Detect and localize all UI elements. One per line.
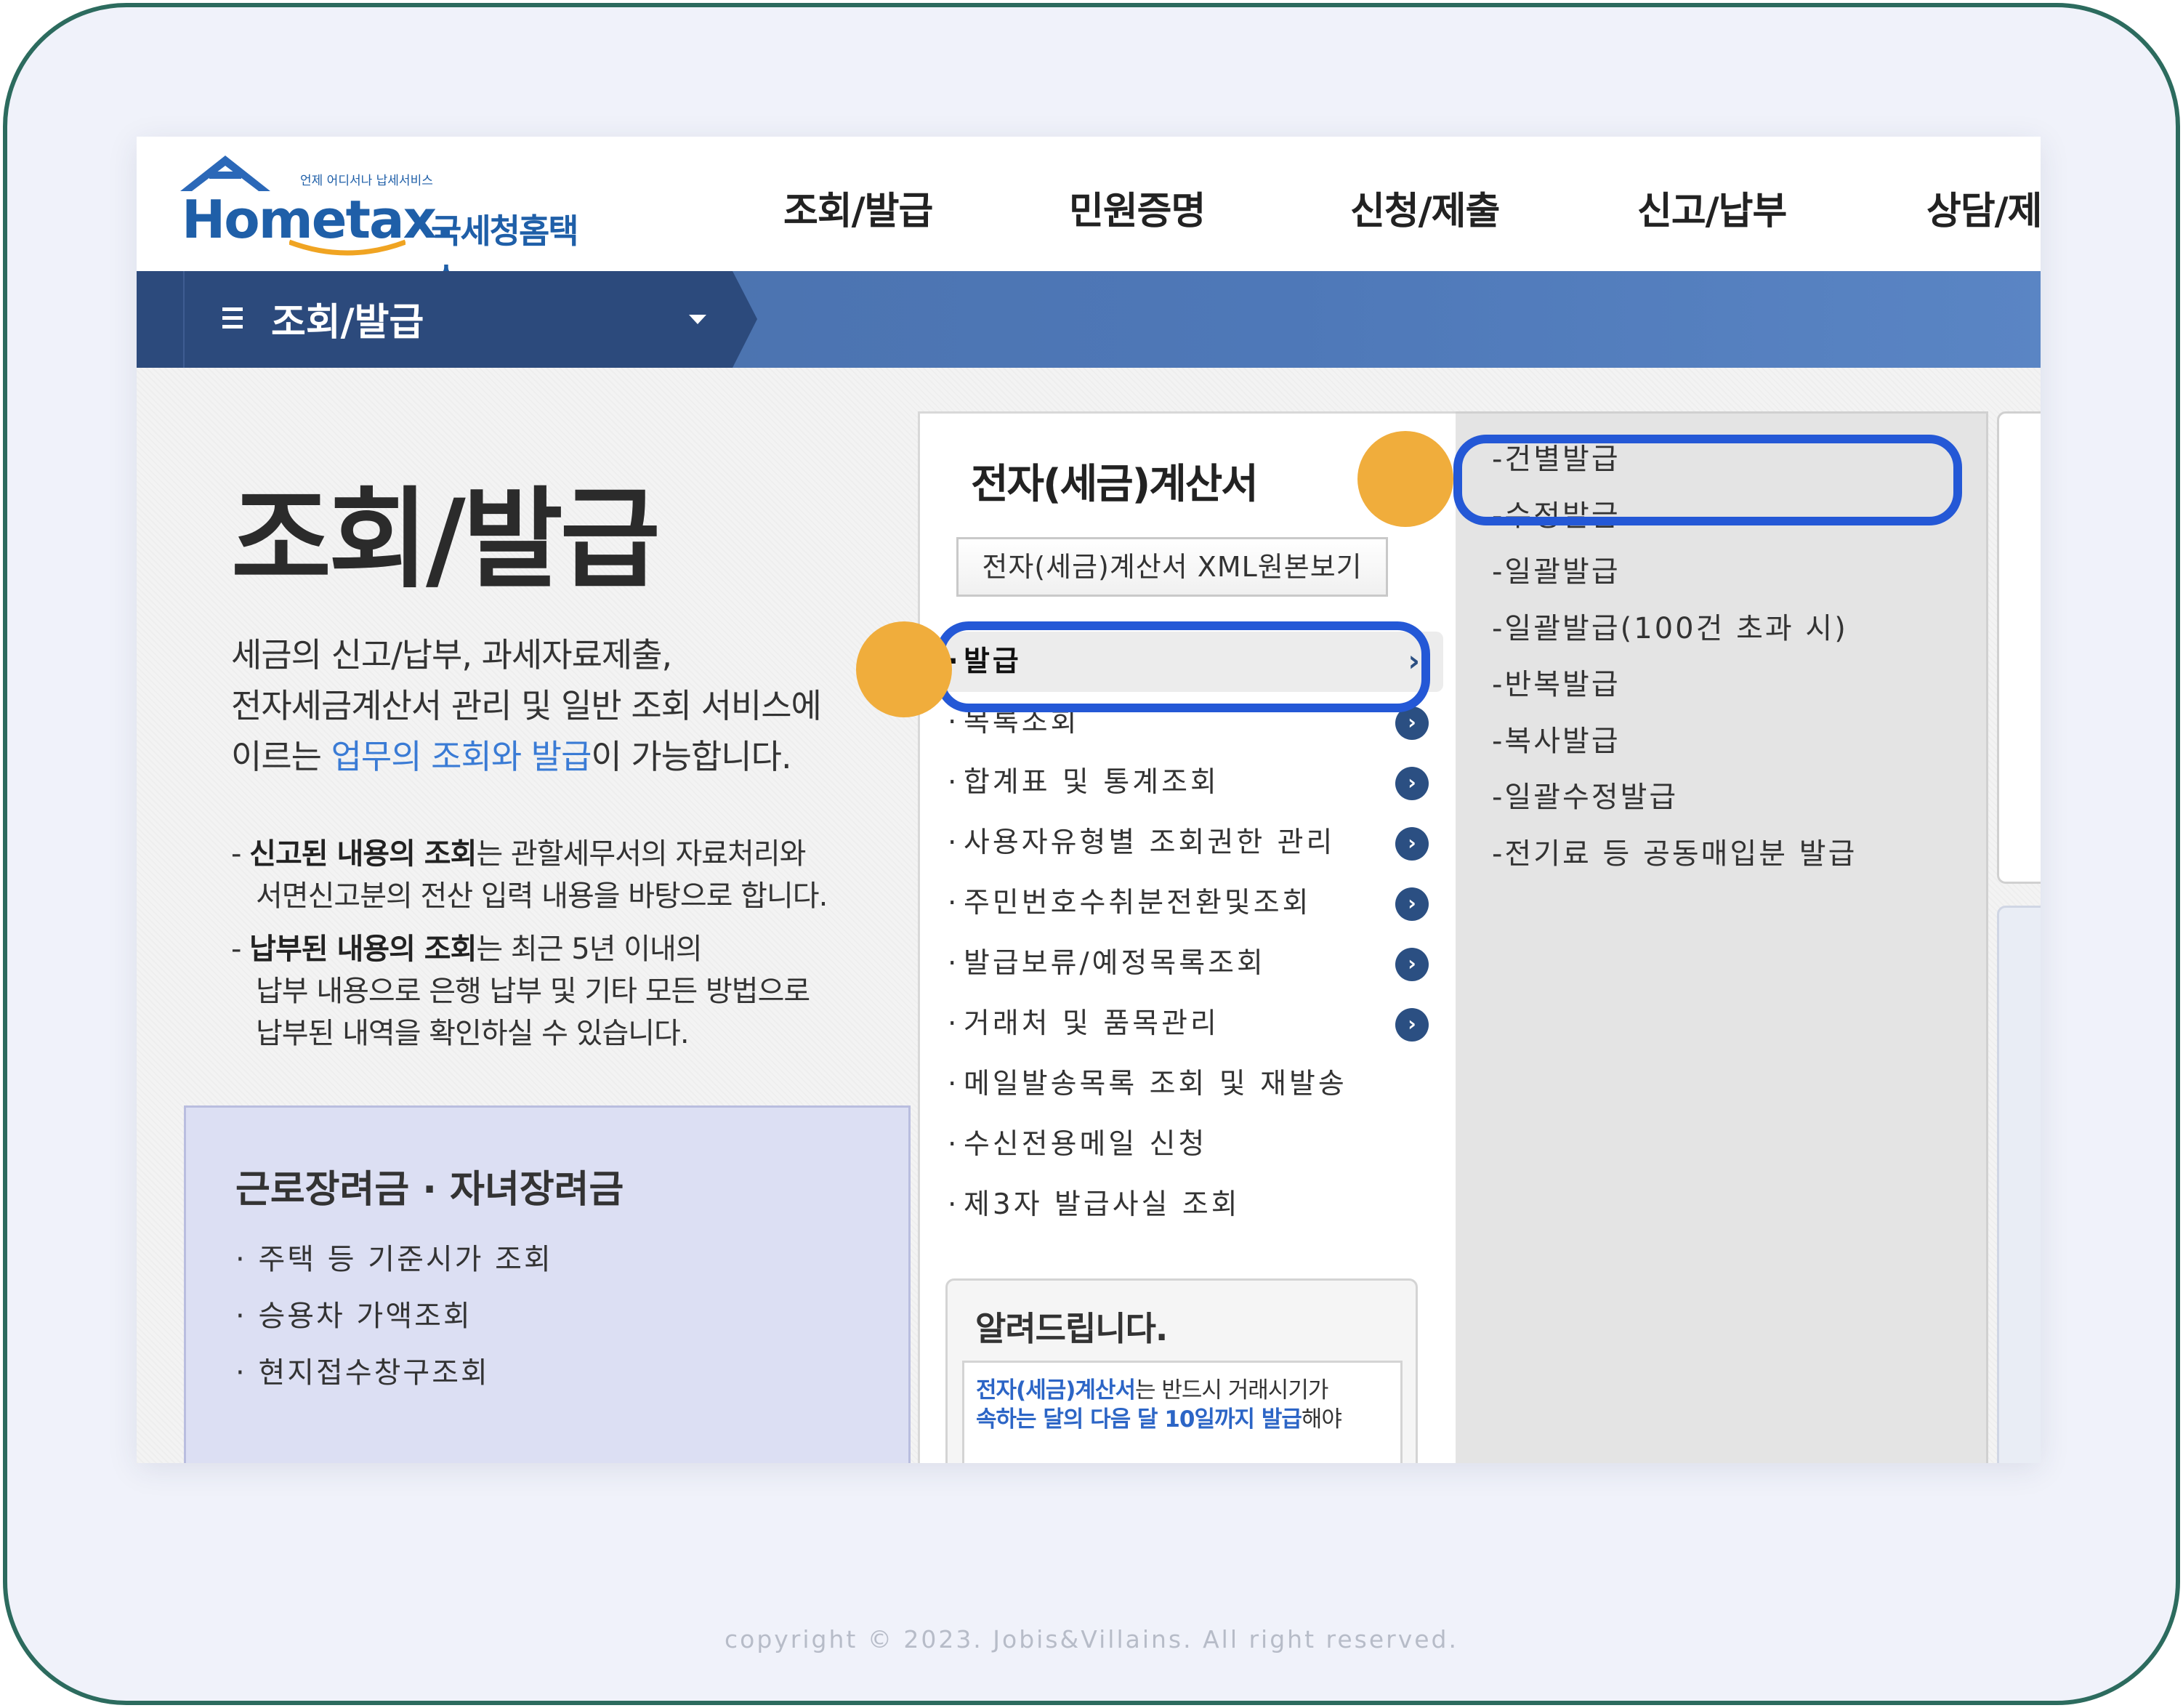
menu-item-pending[interactable]: · 발급보류/예정목록조회 › xyxy=(942,933,1443,994)
right-panel-edge-lower xyxy=(1997,906,2041,1463)
issue-submenu: -건별발급 -수정발급 -일괄발급 -일괄발급(100건 초과 시) -반복발급… xyxy=(1456,411,1988,1463)
highlight-single-issue xyxy=(1453,435,1962,525)
right-panel-edge xyxy=(1997,411,2041,884)
menu-item-mail-resend[interactable]: · 메일발송목록 조회 및 재발송 xyxy=(942,1054,1443,1114)
header: 언제 어디서나 납세서비스 Hometax. 국세청홈택스 조회/발급 민원증명… xyxy=(137,137,2041,299)
hometax-screenshot: 언제 어디서나 납세서비스 Hometax. 국세청홈택스 조회/발급 민원증명… xyxy=(137,137,2041,1463)
notice-title: 알려드립니다. xyxy=(975,1309,1168,1348)
menu-item-receive-mail[interactable]: · 수신전용메일 신청 xyxy=(942,1114,1443,1175)
menu-item-third-party[interactable]: · 제3자 발급사실 조회 xyxy=(942,1175,1443,1235)
logo-tagline: 언제 어디서나 납세서비스 xyxy=(300,174,433,188)
submenu-item-batch[interactable]: -일괄발급 xyxy=(1492,544,1857,601)
panel-link[interactable]: · 주택 등 기준시가 조회 xyxy=(235,1231,553,1288)
etax-menu-column: 전자(세금)계산서 전자(세금)계산서 XML원본보기 · 발급 › · 목록조회 … xyxy=(918,411,1456,1463)
menu-item-resident-number[interactable]: · 주민번호수취분전환및조회 › xyxy=(942,873,1443,933)
note-paid: - 납부된 내용의 조회는 최근 5년 이내의 납부 내용으로 은행 납부 및 … xyxy=(231,932,810,1050)
hometax-logo[interactable]: 언제 어디서나 납세서비스 Hometax. 국세청홈택스 xyxy=(180,151,602,299)
notice-box: 알려드립니다. 전자(세금)계산서는 반드시 거래시기가 속하는 달의 다음 달… xyxy=(945,1278,1418,1463)
menu-bar: 조회/발급 xyxy=(137,271,2041,368)
nav-certificates[interactable]: 민원증명 xyxy=(1069,180,1206,235)
panel-link[interactable]: · 승용차 가액조회 xyxy=(235,1288,553,1345)
page-title: 조회/발급 xyxy=(231,477,661,603)
incentive-panel-list: · 주택 등 기준시가 조회 · 승용차 가액조회 · 현지접수창구조회 xyxy=(235,1231,553,1401)
notice-content: 전자(세금)계산서는 반드시 거래시기가 속하는 달의 다음 달 10일까지 발… xyxy=(962,1361,1403,1463)
note-reported: - 신고된 내용의 조회는 관할세무서의 자료처리와 서면신고분의 전산 입력 … xyxy=(231,837,828,913)
intro-highlight: 업무의 조회와 발급 xyxy=(331,737,592,776)
nav-report-pay[interactable]: 신고/납부 xyxy=(1637,180,1787,235)
nav-apply-submit[interactable]: 신청/제출 xyxy=(1350,180,1500,235)
incentive-panel-title[interactable]: 근로장려금 · 자녀장려금 xyxy=(235,1159,624,1213)
panel-link[interactable]: · 현지접수창구조회 xyxy=(235,1345,553,1401)
arrow-circle-icon[interactable]: › xyxy=(1395,887,1429,921)
intro-line-3: 이르는 업무의 조회와 발급이 가능합니다. xyxy=(231,737,792,776)
intro-line-1: 세금의 신고/납부, 과세자료제출, xyxy=(231,635,672,674)
highlight-marker-dot xyxy=(1357,431,1453,527)
submenu-item-batch-over-100[interactable]: -일괄발급(100건 초과 시) xyxy=(1492,601,1857,658)
hamburger-icon xyxy=(222,307,243,334)
arrow-circle-icon[interactable]: › xyxy=(1395,1008,1429,1042)
nav-inquiry-issue[interactable]: 조회/발급 xyxy=(783,180,933,235)
intro-text: 세금의 신고/납부, 과세자료제출, 전자세금계산서 관리 및 일반 조회 서비… xyxy=(231,629,822,782)
submenu-item-repeat[interactable]: -반복발급 xyxy=(1492,657,1857,714)
xml-view-button[interactable]: 전자(세금)계산서 XML원본보기 xyxy=(956,537,1388,597)
notes: - 신고된 내용의 조회는 관할세무서의 자료처리와 서면신고분의 전산 입력 … xyxy=(231,833,828,1066)
arrow-circle-icon[interactable]: › xyxy=(1395,948,1429,981)
caret-down-icon xyxy=(689,315,706,324)
menu-item-partners[interactable]: · 거래처 및 품목관리 › xyxy=(942,994,1443,1054)
menu-selector-label: 조회/발급 xyxy=(271,301,424,345)
main-content: 조회/발급 세금의 신고/납부, 과세자료제출, 전자세금계산서 관리 및 일반… xyxy=(137,368,2041,1463)
incentive-panel: 근로장려금 · 자녀장려금 · 주택 등 기준시가 조회 · 승용차 가액조회 … xyxy=(184,1105,911,1463)
submenu-item-batch-amend[interactable]: -일괄수정발급 xyxy=(1492,770,1857,826)
menu-item-summary-stats[interactable]: · 합계표 및 통계조회 › xyxy=(942,752,1443,813)
intro-line-2: 전자세금계산서 관리 및 일반 조회 서비스에 xyxy=(231,686,822,725)
menu-item-permission[interactable]: · 사용자유형별 조회권한 관리 › xyxy=(942,813,1443,873)
menu-selector[interactable]: 조회/발급 xyxy=(137,271,733,368)
submenu-item-copy[interactable]: -복사발급 xyxy=(1492,714,1857,770)
menu-arrow-shape xyxy=(733,271,757,368)
logo-smile-icon xyxy=(289,239,405,256)
submenu-item-joint-purchase[interactable]: -전기료 등 공동매입분 발급 xyxy=(1492,826,1857,883)
nav-consult[interactable]: 상담/제 xyxy=(1926,180,2041,235)
highlight-issue-menu xyxy=(936,621,1430,712)
etax-menu-list: · 발급 › · 목록조회 › · 합계표 및 통계조회 › · 사용자유형별 조회권한… xyxy=(942,632,1443,1235)
etax-section-title: 전자(세금)계산서 xyxy=(971,461,1259,508)
highlight-marker-dot xyxy=(856,621,952,717)
arrow-circle-icon[interactable]: › xyxy=(1395,827,1429,861)
copyright-footer: copyright © 2023. Jobis&Villains. All ri… xyxy=(725,1625,1458,1653)
arrow-circle-icon[interactable]: › xyxy=(1395,767,1429,800)
